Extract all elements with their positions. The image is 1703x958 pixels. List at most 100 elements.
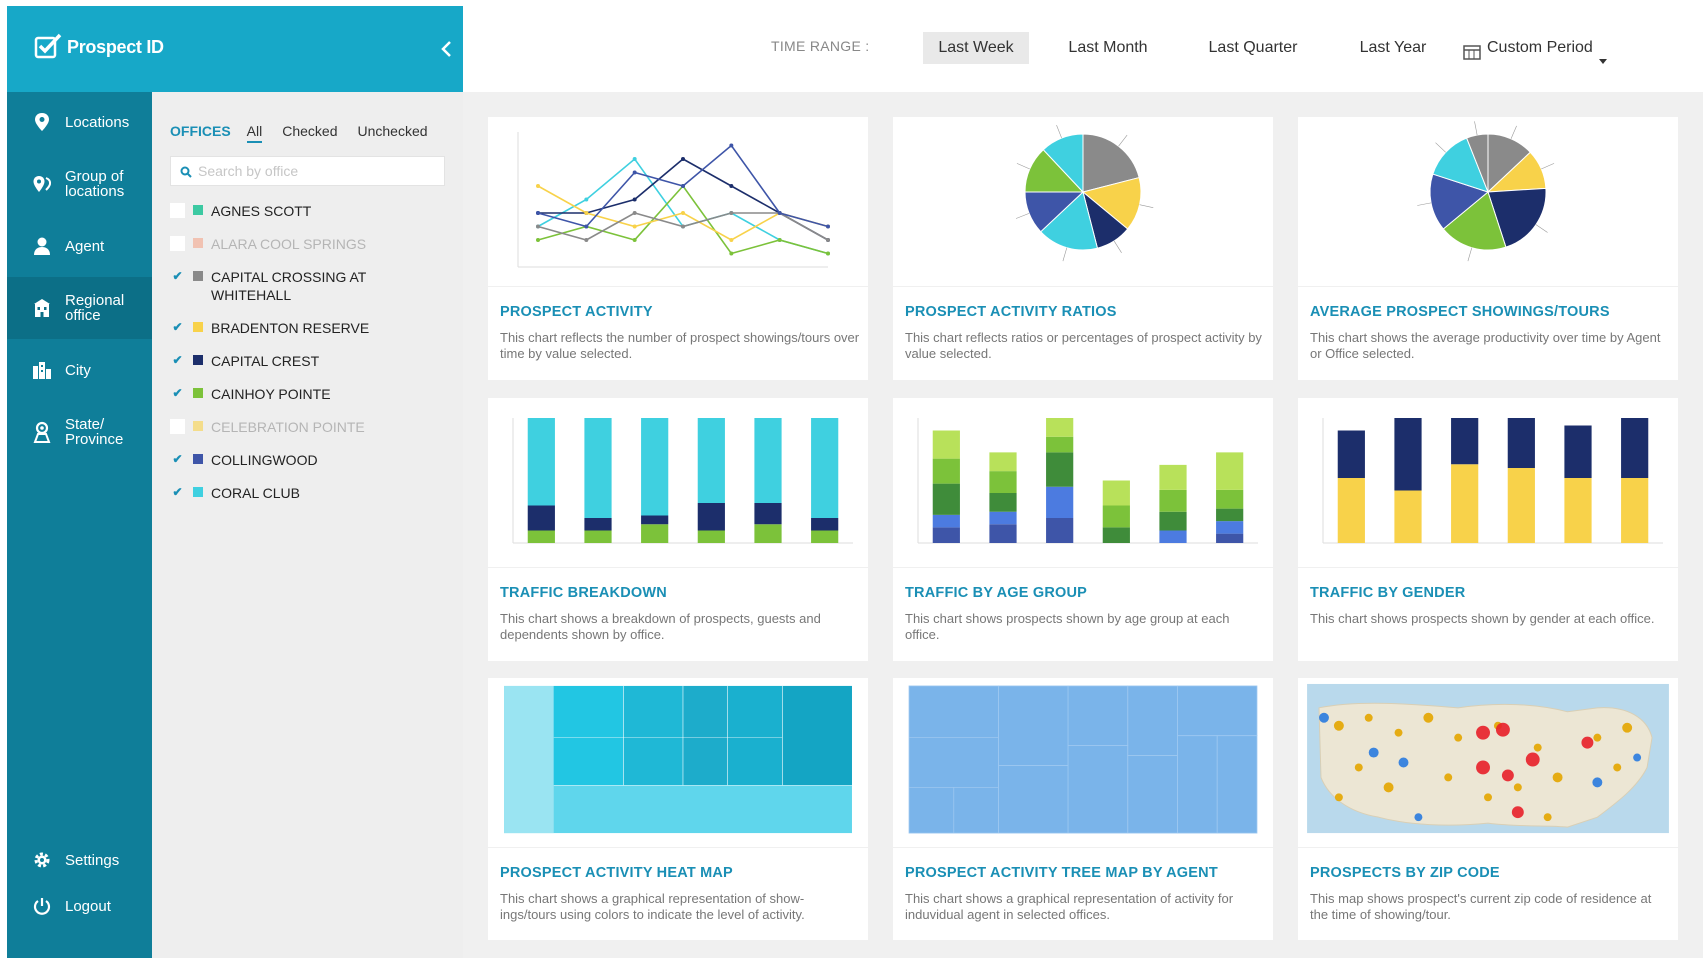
office-checkbox[interactable] bbox=[170, 236, 185, 251]
sidebar-item-group-of-locations[interactable]: Group of locations bbox=[7, 153, 152, 215]
card-prospects-by-zip-code[interactable]: PROSPECTS BY ZIP CODE This map shows pro… bbox=[1298, 678, 1678, 940]
zip-code-map-preview bbox=[1298, 683, 1678, 848]
pie-leader-line bbox=[1113, 240, 1122, 253]
range-last-month[interactable]: Last Month bbox=[1053, 32, 1163, 64]
pie-leader-line bbox=[1016, 163, 1030, 170]
range-last-week[interactable]: Last Week bbox=[923, 32, 1029, 64]
sidebar-item-state-province[interactable]: State/ Province bbox=[7, 401, 152, 463]
sidebar-item-city[interactable]: City bbox=[7, 339, 152, 401]
office-item[interactable]: ✔ BRADENTON RESERVE bbox=[170, 319, 369, 337]
series-point bbox=[729, 238, 734, 242]
card-title: PROSPECT ACTIVITY bbox=[500, 304, 653, 320]
office-checkbox[interactable]: ✔ bbox=[170, 269, 185, 284]
sidebar-item-regional-office[interactable]: Regional office bbox=[7, 277, 152, 339]
card-prospect-activity-ratios[interactable]: PROSPECT ACTIVITY RATIOS This chart refl… bbox=[893, 117, 1273, 380]
tab-all[interactable]: All bbox=[246, 123, 263, 143]
pie-leader-line bbox=[1056, 124, 1062, 139]
pie-leader-line bbox=[1015, 213, 1030, 219]
bar-segment bbox=[1564, 425, 1592, 478]
bar-segment bbox=[1216, 489, 1244, 509]
office-checkbox[interactable]: ✔ bbox=[170, 386, 185, 401]
office-name: CELEBRATION POINTE bbox=[211, 419, 365, 435]
bar-segment bbox=[932, 483, 960, 515]
series-point bbox=[681, 211, 685, 215]
series-point bbox=[681, 184, 685, 188]
office-item[interactable]: ALARA COOL SPRINGS bbox=[170, 235, 366, 253]
bar-segment bbox=[1394, 490, 1422, 543]
sidebar-item-agent[interactable]: Agent bbox=[7, 215, 152, 277]
pie-leader-line bbox=[1467, 247, 1473, 262]
office-name: CAINHOY POINTE bbox=[211, 386, 331, 402]
card-traffic-breakdown[interactable]: TRAFFIC BREAKDOWN This chart shows a bre… bbox=[488, 398, 868, 661]
bar-segment bbox=[1507, 418, 1535, 468]
card-description: This chart shows a breakdown of prospect… bbox=[500, 611, 821, 642]
office-search-input[interactable] bbox=[198, 163, 438, 179]
office-item[interactable]: ✔ COLLINGWOOD bbox=[170, 451, 317, 469]
card-prospect-activity[interactable]: PROSPECT ACTIVITY This chart reflects th… bbox=[488, 117, 868, 380]
bar-segment bbox=[697, 503, 725, 531]
sidebar-item-label: City bbox=[65, 361, 91, 379]
office-color-swatch bbox=[193, 322, 203, 332]
range-last-year[interactable]: Last Year bbox=[1343, 32, 1443, 64]
office-name: AGNES SCOTT bbox=[211, 203, 312, 219]
calendar-icon bbox=[1463, 40, 1481, 60]
office-checkbox[interactable]: ✔ bbox=[170, 452, 185, 467]
power-icon bbox=[29, 893, 55, 919]
pie-leader-line bbox=[1541, 163, 1555, 170]
bar-segment bbox=[1102, 505, 1130, 528]
office-checkbox[interactable] bbox=[170, 203, 185, 218]
office-checkbox[interactable]: ✔ bbox=[170, 320, 185, 335]
card-average-prospect-showings[interactable]: AVERAGE PROSPECT SHOWINGS/TOURS This cha… bbox=[1298, 117, 1678, 380]
bar-segment bbox=[932, 527, 960, 543]
bar-segment bbox=[989, 493, 1017, 512]
office-item[interactable]: CELEBRATION POINTE bbox=[170, 418, 365, 436]
bar-segment bbox=[1046, 486, 1074, 518]
location-person-icon bbox=[29, 419, 55, 445]
prospect-activity-ratios-chart bbox=[893, 124, 1273, 287]
card-description: This chart shows the average productivit… bbox=[1310, 330, 1661, 361]
card-title: PROSPECTS BY ZIP CODE bbox=[1310, 865, 1500, 881]
bar-segment bbox=[527, 418, 555, 506]
range-last-quarter[interactable]: Last Quarter bbox=[1193, 32, 1313, 64]
search-icon bbox=[180, 165, 192, 178]
card-description: This chart shows a graphical representat… bbox=[905, 891, 1234, 922]
office-checkbox[interactable]: ✔ bbox=[170, 485, 185, 500]
office-checkbox[interactable]: ✔ bbox=[170, 353, 185, 368]
bar-segment bbox=[932, 458, 960, 484]
office-item[interactable]: ✔ CORAL CLUB bbox=[170, 484, 299, 502]
card-prospect-activity-tree-map[interactable]: PROSPECT ACTIVITY TREE MAP BY AGENT This… bbox=[893, 678, 1273, 940]
card-traffic-by-gender[interactable]: TRAFFIC BY GENDER This chart shows prosp… bbox=[1298, 398, 1678, 661]
bar-segment bbox=[811, 518, 839, 531]
bar-segment bbox=[1216, 533, 1244, 543]
office-checkbox[interactable] bbox=[170, 419, 185, 434]
person-icon bbox=[29, 233, 55, 259]
sidebar-item-label: State/ Province bbox=[65, 416, 124, 448]
logout-button[interactable]: Logout bbox=[7, 886, 152, 926]
series-point bbox=[632, 197, 637, 202]
collapse-sidebar-icon[interactable] bbox=[439, 39, 455, 59]
settings-button[interactable]: Settings bbox=[7, 840, 152, 880]
time-range-bar: TIME RANGE : Last Week Last Month Last Q… bbox=[463, 6, 1703, 92]
office-item[interactable]: AGNES SCOTT bbox=[170, 202, 311, 220]
series-point bbox=[632, 170, 637, 175]
office-item[interactable]: ✔ CAINHOY POINTE bbox=[170, 385, 331, 403]
bar-segment bbox=[1046, 436, 1074, 453]
bar-segment bbox=[811, 530, 839, 543]
tab-unchecked[interactable]: Unchecked bbox=[358, 123, 428, 143]
bar-segment bbox=[989, 511, 1017, 525]
office-item[interactable]: ✔ CAPITAL CREST bbox=[170, 352, 319, 370]
custom-period-dropdown[interactable]: Custom Period bbox=[1463, 32, 1623, 64]
series-point bbox=[584, 238, 589, 242]
card-traffic-by-age-group[interactable]: TRAFFIC BY AGE GROUP This chart shows pr… bbox=[893, 398, 1273, 661]
city-icon bbox=[29, 357, 55, 383]
bar-segment bbox=[641, 515, 669, 525]
bar-segment bbox=[697, 418, 725, 503]
card-prospect-activity-heat-map[interactable]: PROSPECT ACTIVITY HEAT MAP This chart sh… bbox=[488, 678, 868, 940]
series-point bbox=[584, 197, 589, 202]
checkbox-logo-icon bbox=[33, 32, 63, 62]
office-color-swatch bbox=[193, 421, 203, 431]
sidebar-item-locations[interactable]: Locations bbox=[7, 91, 152, 153]
bar-segment bbox=[1216, 452, 1244, 490]
tab-checked[interactable]: Checked bbox=[282, 123, 337, 143]
office-item[interactable]: ✔ CAPITAL CROSSING AT WHITEHALL bbox=[170, 268, 370, 304]
